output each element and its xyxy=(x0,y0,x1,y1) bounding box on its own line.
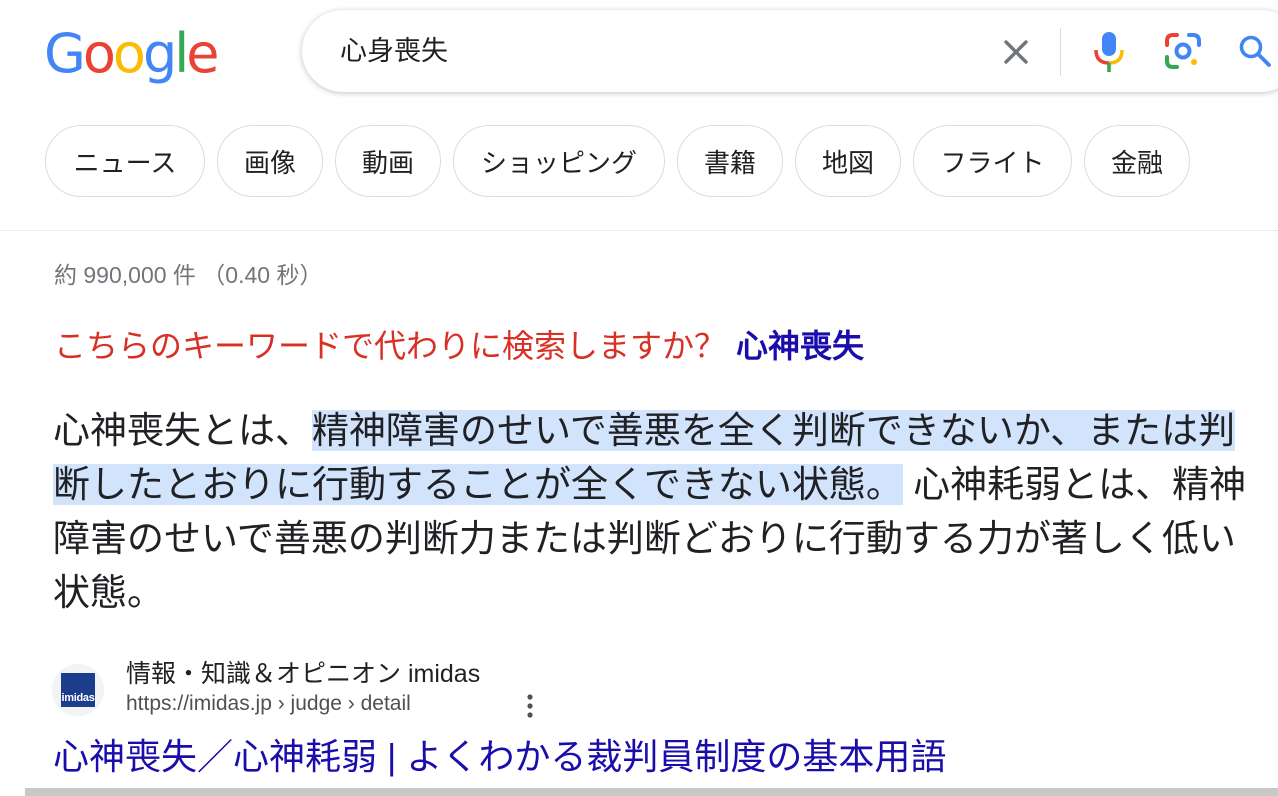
logo-letter: o xyxy=(82,22,116,85)
logo-letter: l xyxy=(174,22,189,85)
horizontal-scrollbar[interactable] xyxy=(25,788,1278,796)
imidas-logo: imidas xyxy=(61,673,95,707)
snippet-text: 心神喪失とは、 xyxy=(53,410,312,451)
site-url[interactable]: https://imidas.jp › judge › detail xyxy=(126,692,411,716)
site-name[interactable]: 情報・知識＆オピニオン imidas xyxy=(126,654,480,690)
result-title-link[interactable]: 心神喪失／心神耗弱 | よくわかる裁判員制度の基本用語 xyxy=(53,734,946,780)
featured-snippet: 心神喪失とは、精神障害のせいで善悪を全く判断できないか、または判断したとおりに行… xyxy=(53,404,1268,620)
search-divider xyxy=(1060,28,1061,76)
search-results-page: Google 心身喪失 ニュース 画像 動画 ショッピング 書籍 地図 フライト… xyxy=(0,0,1278,796)
logo-letter: G xyxy=(44,22,86,85)
google-logo[interactable]: Google xyxy=(44,22,220,86)
chip-books[interactable]: 書籍 xyxy=(677,125,783,197)
site-favicon[interactable]: imidas xyxy=(52,664,104,716)
chip-maps[interactable]: 地図 xyxy=(795,125,901,197)
result-stats: 約 990,000 件 （0.40 秒） xyxy=(54,262,323,288)
search-box[interactable]: 心身喪失 xyxy=(302,10,1278,92)
chip-images[interactable]: 画像 xyxy=(217,125,323,197)
chip-flights[interactable]: フライト xyxy=(913,125,1072,197)
chip-news[interactable]: ニュース xyxy=(45,125,205,197)
microphone-icon[interactable] xyxy=(1092,30,1126,74)
did-you-mean: こちらのキーワードで代わりに検索しますか？ 心神喪失 xyxy=(54,326,864,366)
logo-letter: o xyxy=(112,22,146,85)
logo-letter: e xyxy=(186,22,219,85)
chip-shopping[interactable]: ショッピング xyxy=(453,125,665,197)
chip-finance[interactable]: 金融 xyxy=(1084,125,1190,197)
more-options-icon[interactable] xyxy=(520,692,540,722)
logo-letter: g xyxy=(142,22,177,85)
search-input[interactable]: 心身喪失 xyxy=(340,34,448,68)
google-lens-icon[interactable] xyxy=(1164,32,1202,70)
search-icon[interactable] xyxy=(1238,34,1272,68)
did-you-mean-link[interactable]: 心神喪失 xyxy=(736,328,864,364)
filter-chips: ニュース 画像 動画 ショッピング 書籍 地図 フライト 金融 xyxy=(45,125,1190,199)
clear-icon[interactable] xyxy=(1000,36,1032,68)
chip-videos[interactable]: 動画 xyxy=(335,125,441,197)
header-divider xyxy=(0,230,1278,231)
did-you-mean-prefix: こちらのキーワードで代わりに検索しますか？ xyxy=(54,328,727,364)
